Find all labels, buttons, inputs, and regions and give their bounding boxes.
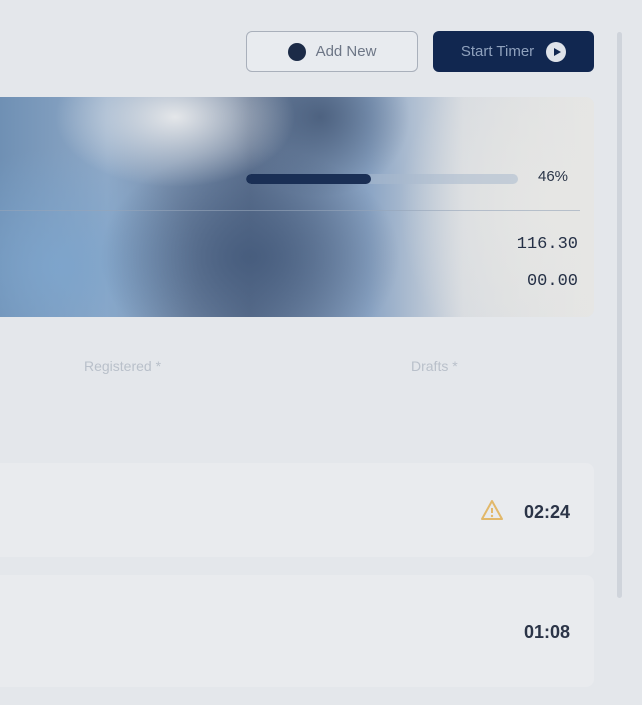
plus-circle-icon (287, 42, 306, 61)
row-time: 01:08 (523, 622, 570, 642)
add-new-label: Add New (315, 43, 377, 60)
column-header-registered[interactable]: Registered * (84, 358, 161, 374)
start-timer-label: Start Timer (460, 43, 535, 60)
warning-icon (481, 500, 503, 520)
add-new-button[interactable]: Add New (246, 31, 418, 72)
row-time: 02:24 (523, 502, 570, 522)
list-item[interactable]: 02:24 (0, 463, 594, 557)
list-item[interactable]: 01:08 (0, 575, 594, 687)
divider (0, 210, 580, 211)
progress-bar (246, 174, 518, 184)
start-timer-button[interactable]: Start Timer (433, 31, 594, 72)
progress-percent: 46% (538, 168, 569, 185)
stat-secondary: 00.00 (526, 272, 578, 291)
progress-fill (246, 174, 372, 184)
scrollbar[interactable] (617, 32, 622, 598)
play-icon (546, 41, 567, 62)
summary-card: 46% 116.30 00.00 (0, 97, 594, 317)
column-header-drafts[interactable]: Drafts * (411, 358, 458, 374)
stat-primary: 116.30 (516, 235, 578, 254)
